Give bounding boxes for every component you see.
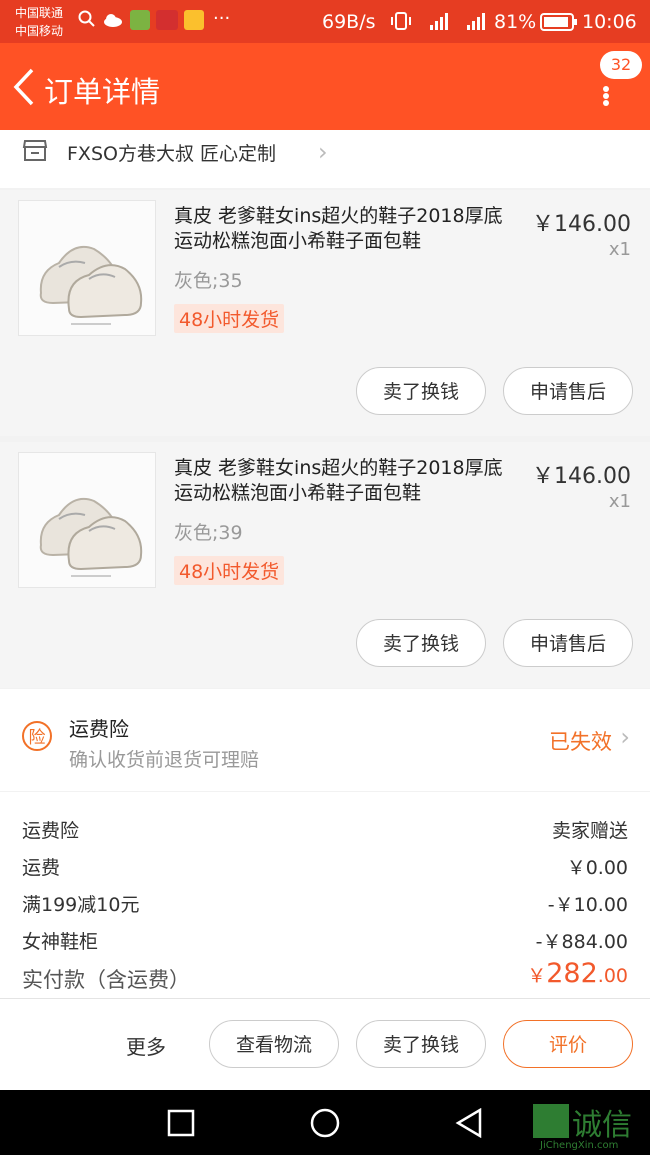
- product-price: ￥146.00: [532, 212, 631, 237]
- more-button[interactable]: 更多: [126, 1031, 166, 1060]
- sell-for-cash-button[interactable]: 卖了换钱: [356, 367, 486, 415]
- summary-label: 女神鞋柜: [22, 931, 99, 953]
- sell-for-cash-button[interactable]: 卖了换钱: [356, 619, 486, 667]
- bottom-action-bar: 更多 查看物流 卖了换钱 评价: [0, 998, 650, 1091]
- price-summary: 运费险 卖家赠送 运费 ￥0.00 满199减10元 -￥10.00 女神鞋柜 …: [0, 792, 650, 998]
- system-nav-bar: 诚信 JiChengXin.com: [0, 1090, 650, 1155]
- order-item[interactable]: 真皮 老爹鞋女ins超火的鞋子2018厚底运动松糕泡面小希鞋子面包鞋 ￥146.…: [0, 442, 650, 688]
- insurance-icon: 险: [22, 721, 52, 751]
- cloud-icon: [103, 12, 123, 31]
- summary-row: 运费 ￥0.00: [22, 847, 628, 883]
- network-speed: 69B/s: [322, 11, 376, 33]
- watermark-text: 诚信: [572, 1108, 632, 1143]
- vibrate-icon: [390, 12, 412, 34]
- signal-4g-icon: [455, 10, 489, 36]
- more-menu-icon[interactable]: [600, 86, 612, 110]
- battery-percent: 81%: [494, 11, 537, 33]
- news-app-icon: [156, 10, 178, 30]
- status-bar: 中国联通 中国移动 ··· 69B/s 81% 10:06: [0, 0, 650, 43]
- page-title: 订单详情: [44, 75, 161, 109]
- clock: 10:06: [582, 11, 637, 33]
- shop-name: FXSO方巷大叔 匠心定制: [67, 143, 277, 165]
- signal-2g-icon: [418, 10, 452, 36]
- summary-row: 女神鞋柜 -￥884.00: [22, 921, 628, 957]
- carrier-2: 中国移动: [15, 24, 64, 38]
- battery-icon: [540, 13, 578, 35]
- app-notification-icon: [130, 10, 150, 30]
- recent-apps-icon[interactable]: [167, 1109, 195, 1141]
- product-title[interactable]: 真皮 老爹鞋女ins超火的鞋子2018厚底运动松糕泡面小希鞋子面包鞋: [174, 456, 519, 506]
- review-button[interactable]: 评价: [503, 1020, 633, 1068]
- carrier-1: 中国联通: [15, 6, 64, 20]
- insurance-title: 运费险: [69, 717, 129, 741]
- more-notifications-icon: ···: [213, 8, 231, 29]
- after-sale-button[interactable]: 申请售后: [503, 619, 633, 667]
- summary-label: 运费: [22, 857, 61, 879]
- watermark-logo: [533, 1104, 569, 1138]
- shop-row[interactable]: FXSO方巷大叔 匠心定制 ›: [0, 130, 650, 188]
- home-icon[interactable]: [310, 1108, 340, 1142]
- shop-icon: [22, 138, 48, 166]
- product-spec: 灰色;35: [174, 270, 243, 292]
- summary-value: 卖家赠送: [551, 820, 628, 842]
- total-decimal: .00: [597, 965, 628, 987]
- app-header: 订单详情 32: [0, 43, 650, 130]
- product-image[interactable]: [18, 200, 156, 336]
- after-sale-button[interactable]: 申请售后: [503, 367, 633, 415]
- summary-value: -￥10.00: [547, 894, 628, 916]
- shipping-tag: 48小时发货: [174, 304, 285, 333]
- summary-row: 运费险 卖家赠送: [22, 810, 628, 846]
- product-quantity: x1: [608, 239, 631, 260]
- product-spec: 灰色;39: [174, 522, 243, 544]
- total-currency: ￥: [527, 965, 547, 987]
- message-count-badge: 32: [600, 51, 642, 79]
- chevron-right-icon: ›: [620, 723, 630, 751]
- chevron-right-icon: ›: [318, 138, 328, 166]
- total-integer: 282: [546, 958, 598, 989]
- summary-value: ￥0.00: [566, 857, 628, 879]
- total-label: 实付款（含运费）: [22, 968, 190, 992]
- product-quantity: x1: [608, 491, 631, 512]
- product-image[interactable]: [18, 452, 156, 588]
- watermark-url: JiChengXin.com: [540, 1140, 619, 1151]
- back-arrow-icon[interactable]: [12, 67, 36, 111]
- shipping-insurance-row[interactable]: 险 运费险 确认收货前退货可理赔 已失效 ›: [0, 689, 650, 791]
- product-price: ￥146.00: [532, 464, 631, 489]
- back-icon[interactable]: [455, 1107, 483, 1142]
- view-logistics-button[interactable]: 查看物流: [209, 1020, 339, 1068]
- product-title[interactable]: 真皮 老爹鞋女ins超火的鞋子2018厚底运动松糕泡面小希鞋子面包鞋: [174, 204, 519, 254]
- insurance-subtitle: 确认收货前退货可理赔: [69, 749, 260, 771]
- shipping-tag: 48小时发货: [174, 556, 285, 585]
- order-item[interactable]: 真皮 老爹鞋女ins超火的鞋子2018厚底运动松糕泡面小希鞋子面包鞋 ￥146.…: [0, 190, 650, 436]
- summary-label: 运费险: [22, 820, 80, 842]
- summary-label: 满199减10元: [22, 894, 140, 916]
- summary-value: -￥884.00: [535, 931, 628, 953]
- search-icon: [78, 10, 96, 32]
- insurance-status: 已失效: [549, 730, 612, 754]
- total-amount: ￥282.00: [527, 958, 628, 989]
- sell-for-cash-button[interactable]: 卖了换钱: [356, 1020, 486, 1068]
- car-app-icon: [184, 10, 204, 30]
- summary-row: 满199减10元 -￥10.00: [22, 884, 628, 920]
